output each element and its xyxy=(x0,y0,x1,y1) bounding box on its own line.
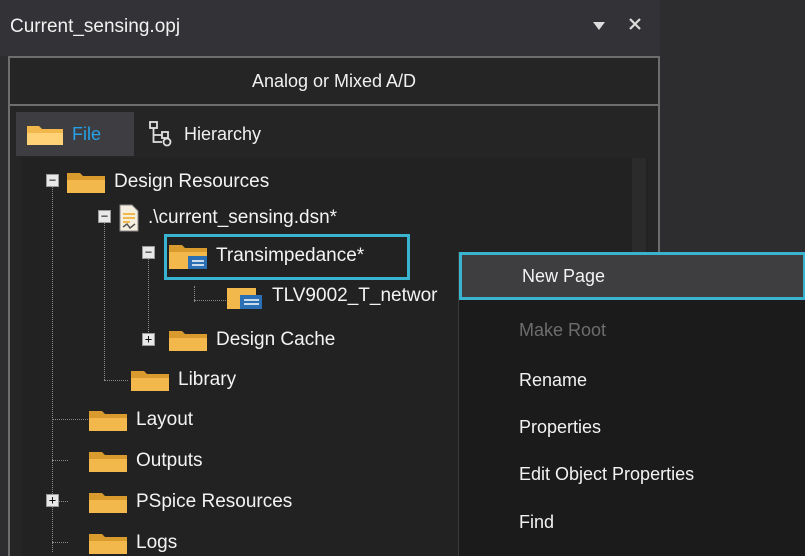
collapse-toggle[interactable]: − xyxy=(46,174,59,187)
tree-guide-line xyxy=(194,300,226,301)
folder-icon xyxy=(89,493,127,513)
close-icon[interactable] xyxy=(628,14,642,37)
tree-item-layout[interactable]: Layout xyxy=(88,404,193,436)
tree-guide-line xyxy=(52,542,68,543)
panel-title-bar: Current_sensing.opj xyxy=(0,0,660,56)
title-buttons xyxy=(592,14,658,37)
expand-toggle[interactable]: + xyxy=(46,494,59,507)
folder-icon xyxy=(131,371,169,391)
hierarchy-icon xyxy=(149,121,172,147)
menu-item-properties[interactable]: Properties xyxy=(459,403,805,451)
collapse-toggle[interactable]: − xyxy=(98,210,111,223)
tree-item-outputs[interactable]: Outputs xyxy=(88,445,203,477)
menu-item-make-root: Make Root xyxy=(459,306,805,354)
folder-icon xyxy=(27,126,63,145)
menu-item-rename[interactable]: Rename xyxy=(459,356,805,404)
tree-label: PSpice Resources xyxy=(136,491,293,512)
context-menu: New Page Make Root Rename Properties Edi… xyxy=(458,252,805,556)
tree-label: Design Resources xyxy=(114,171,270,192)
tree-guide-line xyxy=(104,380,128,381)
expand-toggle[interactable]: + xyxy=(142,333,155,346)
tree-item-design-file[interactable]: .\current_sensing.dsn* xyxy=(118,202,337,234)
folder-icon xyxy=(67,173,105,193)
schematic-file-icon xyxy=(119,204,139,232)
tree-item-logs[interactable]: Logs xyxy=(88,527,177,556)
tree-label: .\current_sensing.dsn* xyxy=(148,207,338,228)
mode-bar: Analog or Mixed A/D xyxy=(10,58,658,106)
menu-item-label: Edit Object Properties xyxy=(519,463,695,484)
selected-item-highlight xyxy=(164,234,410,280)
menu-item-label: Rename xyxy=(519,369,588,390)
menu-item-edit-object-properties[interactable]: Edit Object Properties xyxy=(459,450,805,498)
tree-label: Outputs xyxy=(136,450,203,471)
tree-label: TLV9002_T_networ xyxy=(272,285,438,306)
tree-guide-line xyxy=(148,250,149,340)
folder-icon xyxy=(169,331,207,351)
folder-icon xyxy=(89,411,127,431)
menu-item-label: Make Root xyxy=(519,319,607,340)
view-tabs: File Hierarchy xyxy=(16,112,654,156)
tree-guide-line xyxy=(104,216,105,380)
tree-guide-line xyxy=(52,460,68,461)
tree-label: Library xyxy=(178,369,237,390)
tab-hierarchy[interactable]: Hierarchy xyxy=(138,112,261,156)
tab-file-label: File xyxy=(72,123,102,144)
folder-icon xyxy=(89,452,127,472)
tree-label: Layout xyxy=(136,409,194,430)
menu-item-label: New Page xyxy=(522,265,606,286)
folder-icon xyxy=(89,534,127,554)
tab-hierarchy-label: Hierarchy xyxy=(184,123,262,144)
menu-item-label: Find xyxy=(519,511,555,532)
tab-file[interactable]: File xyxy=(16,112,134,156)
menu-item-find[interactable]: Find xyxy=(459,498,805,546)
tree-label: Logs xyxy=(136,532,178,553)
tree-item-design-resources[interactable]: Design Resources xyxy=(66,166,269,198)
menu-item-label: Properties xyxy=(519,416,602,437)
collapse-toggle[interactable]: − xyxy=(142,246,155,259)
tree-item-pspice-resources[interactable]: PSpice Resources xyxy=(88,486,292,518)
tree-label: Design Cache xyxy=(216,329,336,350)
triangle-down-icon[interactable] xyxy=(592,14,606,37)
tree-item-library[interactable]: Library xyxy=(130,364,236,396)
menu-item-new-page[interactable]: New Page xyxy=(459,252,805,300)
project-title: Current_sensing.opj xyxy=(10,16,181,37)
mode-label: Analog or Mixed A/D xyxy=(251,71,417,91)
tree-item-design-cache[interactable]: Design Cache xyxy=(168,324,335,356)
tree-item-page[interactable]: TLV9002_T_networ xyxy=(226,280,437,312)
schematic-page-icon xyxy=(227,288,262,309)
